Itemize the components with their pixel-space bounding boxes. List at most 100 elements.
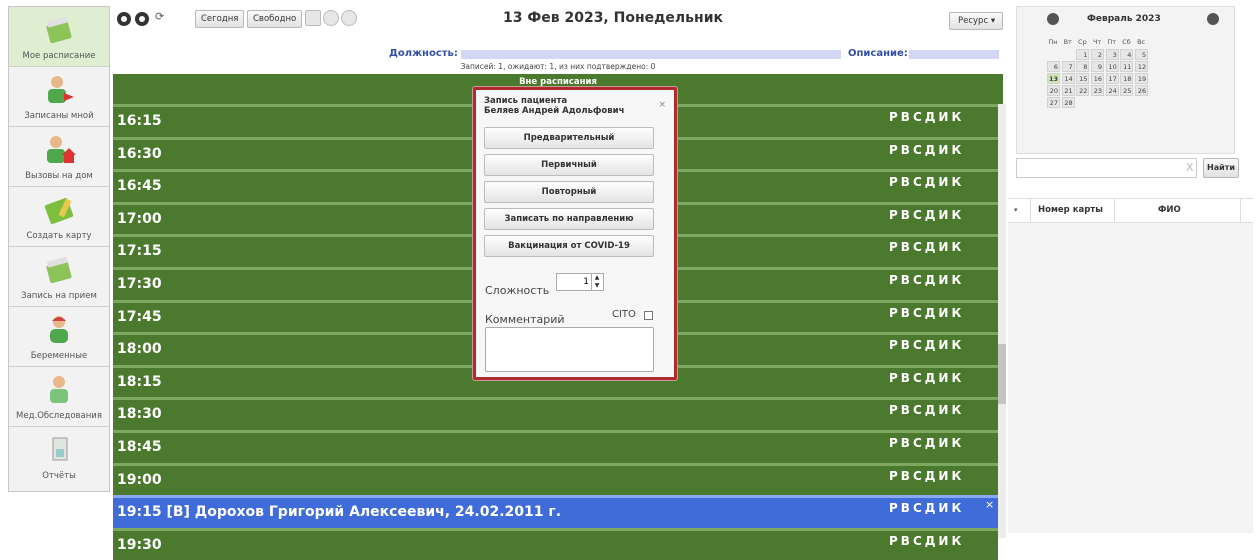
today-button[interactable]: Сегодня <box>195 10 245 28</box>
column-card-number[interactable]: Номер карты <box>1038 205 1103 215</box>
calendar-day[interactable]: 12 <box>1135 61 1149 72</box>
resource-dropdown[interactable]: Ресурс ▾ <box>949 12 1003 30</box>
dialog-patient-name: Беляев Андрей Адольфович <box>484 106 625 116</box>
sidebar-item-my-schedule[interactable]: Мое расписание <box>9 7 109 67</box>
prev-day-button[interactable] <box>117 12 131 26</box>
calendar-day[interactable]: 7 <box>1061 61 1075 72</box>
sidebar-item-label: Запись на прием <box>21 291 97 301</box>
sidebar-item-appointment[interactable]: Запись на прием <box>9 247 109 307</box>
calendar-day[interactable]: 15 <box>1076 73 1090 84</box>
calendar-day[interactable]: 8 <box>1076 61 1090 72</box>
column-fio[interactable]: ФИО <box>1158 205 1181 215</box>
calendar-day[interactable]: 13 <box>1047 73 1060 84</box>
primary-button[interactable]: Первичный <box>484 154 654 176</box>
card-icon <box>42 195 76 225</box>
time-slot[interactable]: 19:00 РВСДИК <box>113 462 998 496</box>
clock-icon[interactable] <box>341 10 357 26</box>
calendar-day[interactable]: 26 <box>1135 85 1149 96</box>
free-button[interactable]: Свободно <box>247 10 303 28</box>
calendar-day[interactable]: 22 <box>1076 85 1090 96</box>
toolbar: ⟳ Сегодня Свободно 13 Фев 2023, Понедель… <box>113 6 1003 46</box>
time-slot[interactable]: 18:30 РВСДИК <box>113 397 998 430</box>
prev-month-button[interactable] <box>1047 13 1059 25</box>
sidebar-item-med-exams[interactable]: Мед.Обследования <box>9 367 109 427</box>
stepper-arrows-icon[interactable]: ▲ ▼ <box>591 274 602 290</box>
cito-checkbox[interactable] <box>644 311 653 320</box>
slot-time: 16:45 <box>117 178 162 195</box>
resource-label: Ресурс <box>958 16 989 26</box>
comment-textarea[interactable] <box>485 327 654 372</box>
print-icon[interactable] <box>305 10 321 26</box>
time-slot[interactable]: 19:30 РВСДИК <box>113 527 998 560</box>
calendar-day[interactable]: 5 <box>1135 49 1149 60</box>
slot-time: 18:30 <box>117 406 162 423</box>
dialog-title: Запись пациента Беляев Андрей Адольфович <box>484 96 624 116</box>
calendar-day[interactable]: 4 <box>1120 49 1134 60</box>
calendar-day[interactable]: 21 <box>1061 85 1075 96</box>
calendar-day[interactable]: 3 <box>1105 49 1119 60</box>
sidebar: Мое расписание Записаны мной Вызовы на д… <box>8 6 110 492</box>
slot-time: 16:30 <box>117 145 162 162</box>
repeat-button[interactable]: Повторный <box>484 181 654 203</box>
sidebar-item-house-calls[interactable]: Вызовы на дом <box>9 127 109 187</box>
booked-slot[interactable]: 19:15 [В] Дорохов Григорий Алексеевич, 2… <box>113 495 998 528</box>
sidebar-item-booked-by-me[interactable]: Записаны мной <box>9 67 109 127</box>
time-slot[interactable]: 18:45 РВСДИК <box>113 429 998 463</box>
calendar-day[interactable]: 28 <box>1061 97 1075 108</box>
calendar-day[interactable]: 19 <box>1135 73 1149 84</box>
next-month-button[interactable] <box>1207 13 1219 25</box>
clear-icon[interactable]: X <box>1186 161 1194 174</box>
calendar-day[interactable]: 1 <box>1076 49 1090 60</box>
sidebar-item-pregnant[interactable]: Беременные <box>9 307 109 367</box>
results-header: ▾ Номер карты ФИО <box>1008 199 1253 223</box>
sidebar-item-create-card[interactable]: Создать карту <box>9 187 109 247</box>
cancel-booking-icon[interactable]: × <box>985 498 994 511</box>
calendar-empty <box>1135 97 1148 108</box>
search-input[interactable] <box>1016 158 1197 178</box>
weekday-label: Вт <box>1063 38 1072 46</box>
house-call-icon <box>42 135 76 165</box>
results-table: ▾ Номер карты ФИО <box>1008 198 1253 533</box>
search-button[interactable]: Найти <box>1203 158 1239 178</box>
calendar-day[interactable]: 11 <box>1120 61 1134 72</box>
slot-time: 17:15 <box>117 243 162 260</box>
calendar-day[interactable]: 9 <box>1091 61 1105 72</box>
sidebar-item-label: Создать карту <box>26 231 92 241</box>
chevron-down-icon[interactable]: ▾ <box>1014 206 1018 214</box>
weekday-label: Вс <box>1137 38 1146 46</box>
sidebar-item-label: Беременные <box>30 351 88 361</box>
calendar-day[interactable]: 17 <box>1105 73 1119 84</box>
calendar-day[interactable]: 23 <box>1091 85 1105 96</box>
slot-codes: РВСДИК <box>889 175 965 190</box>
calendar-day[interactable]: 20 <box>1047 85 1060 96</box>
settings-icon[interactable] <box>323 10 339 26</box>
calendar-day[interactable]: 16 <box>1091 73 1105 84</box>
calendar-day[interactable]: 27 <box>1047 97 1060 108</box>
slot-codes: РВСДИК <box>889 305 965 320</box>
calendar-day[interactable]: 2 <box>1091 49 1105 60</box>
slot-codes: РВСДИК <box>889 435 965 450</box>
calendar-day[interactable]: 25 <box>1120 85 1134 96</box>
covid-vaccination-button[interactable]: Вакцинация от COVID-19 <box>484 235 654 257</box>
referral-button[interactable]: Записать по направлению <box>484 208 654 230</box>
calendar-empty <box>1062 49 1075 60</box>
pregnant-icon <box>42 315 76 345</box>
calendar-week: 6 7 8 9 10 11 12 <box>1047 61 1229 72</box>
cito-label: CITO <box>612 309 636 320</box>
calendar-empty <box>1106 97 1119 108</box>
description-field <box>909 50 999 59</box>
calendar-day[interactable]: 6 <box>1047 61 1060 72</box>
close-icon[interactable]: × <box>658 100 666 110</box>
calendar-day[interactable]: 14 <box>1061 73 1075 84</box>
slot-codes: РВСДИК <box>889 468 965 483</box>
refresh-icon[interactable]: ⟳ <box>155 10 164 23</box>
calendar-day[interactable]: 18 <box>1120 73 1134 84</box>
next-day-button[interactable] <box>135 12 149 26</box>
calendar-day[interactable]: 10 <box>1105 61 1119 72</box>
scrollbar[interactable] <box>998 104 1006 538</box>
sidebar-item-reports[interactable]: Отчёты <box>9 427 109 487</box>
preliminary-button[interactable]: Предварительный <box>484 127 654 149</box>
scroll-thumb[interactable] <box>998 344 1006 404</box>
calendar-day[interactable]: 24 <box>1105 85 1119 96</box>
slot-codes: РВСДИК <box>889 501 965 516</box>
